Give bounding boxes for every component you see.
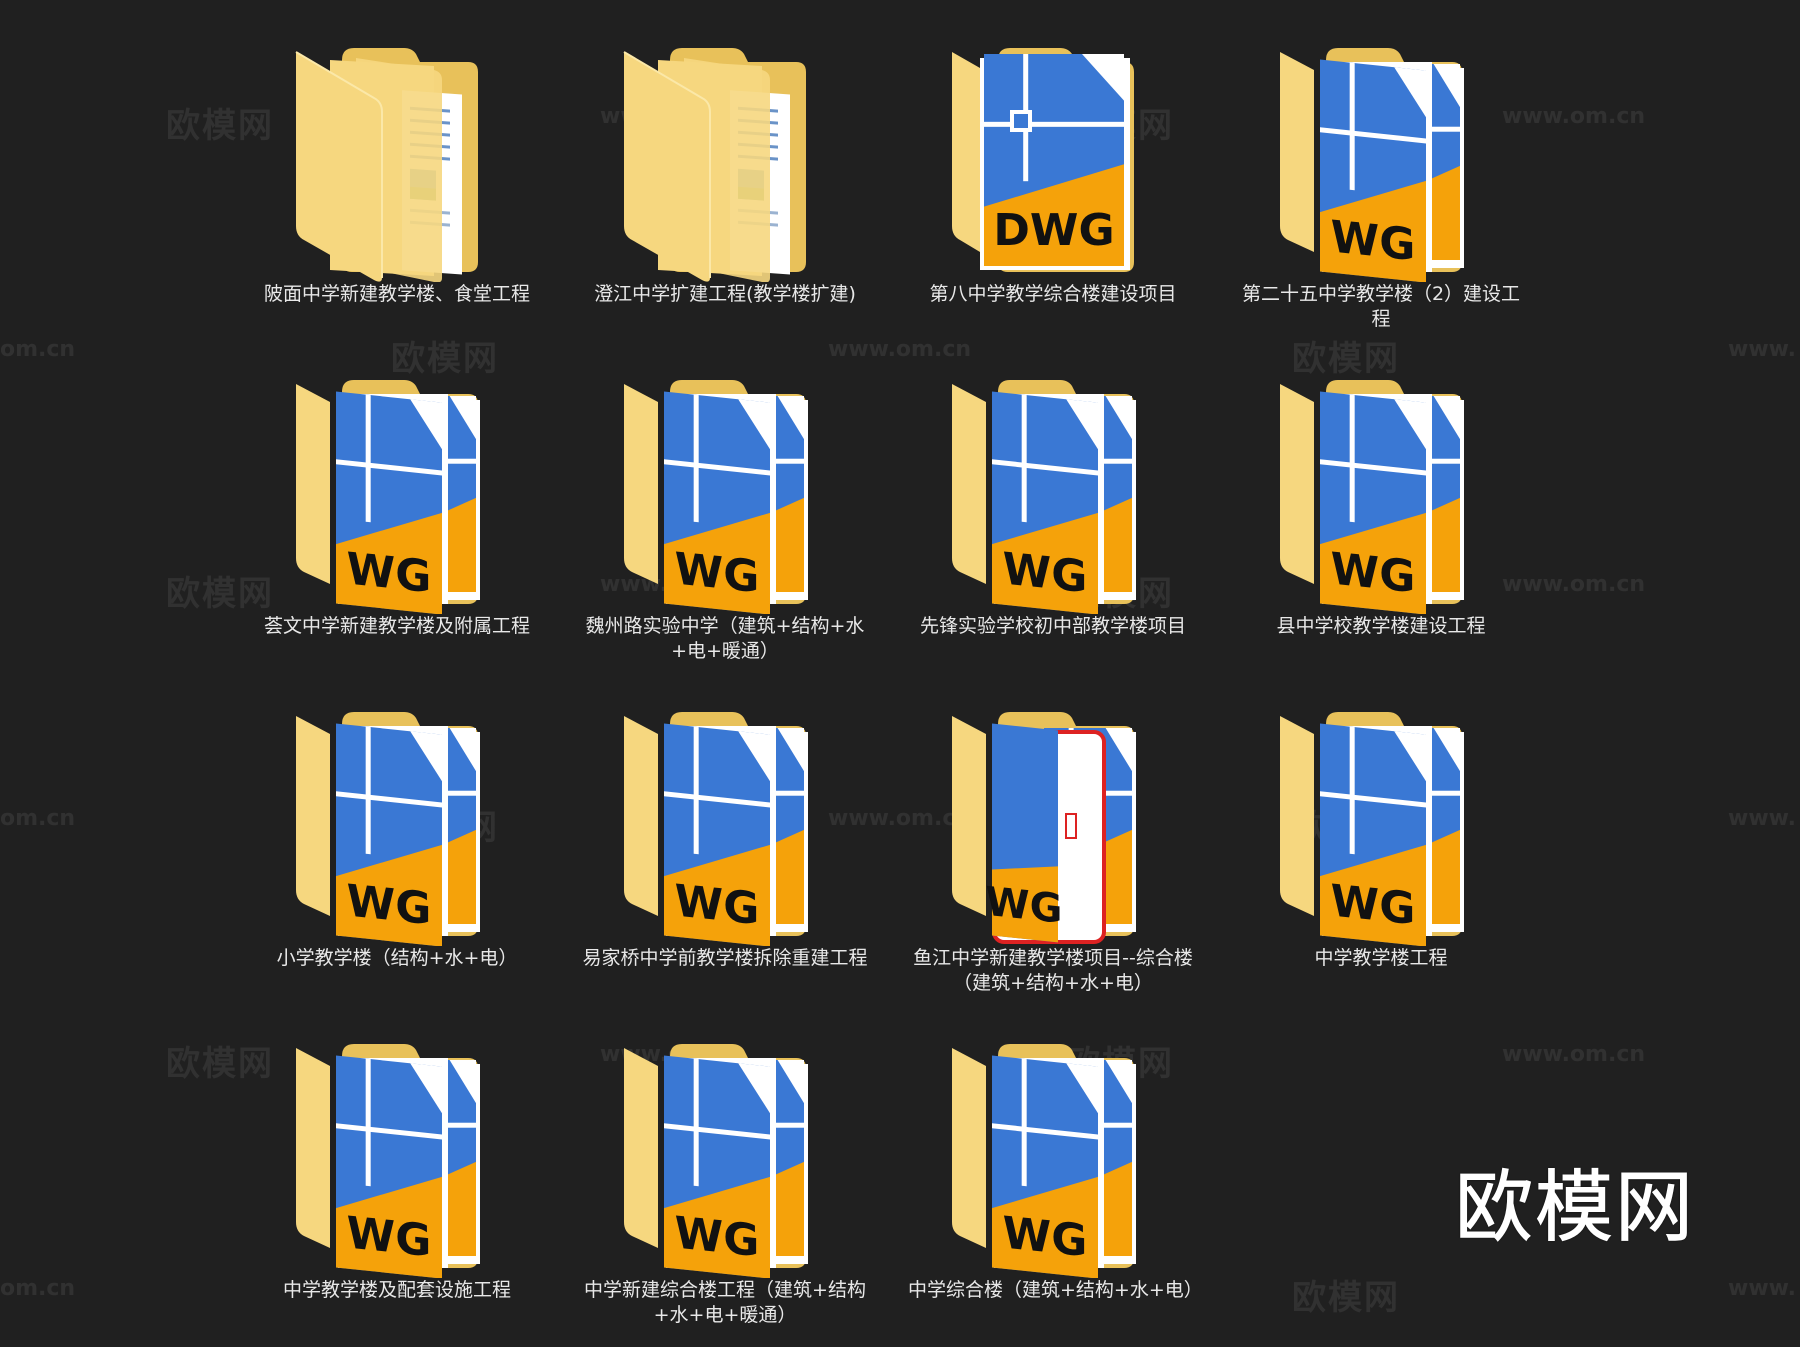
folder-item[interactable]: G WG 魏州路实验中学（建筑+结构+水+电+暖通） bbox=[580, 372, 870, 672]
folder-name-label: 鱼江中学新建教学楼项目--综合楼（建筑+结构+水+电） bbox=[913, 947, 1193, 994]
folder-dwg-icon: G WG bbox=[296, 1044, 480, 1278]
folder-name-label: 小学教学楼（结构+水+电） bbox=[276, 947, 518, 969]
folder-item[interactable]: G WG 中学教学楼及配套设施工程 bbox=[252, 1036, 542, 1336]
folder-dwg-icon: G WG bbox=[1280, 48, 1464, 282]
folder-dwg-icon: G WG bbox=[1280, 712, 1464, 946]
folder-dwg-icon: G WG bbox=[624, 380, 808, 614]
folder-dwg-icon: G WG bbox=[952, 380, 1136, 614]
folder-dwg-icon: G WG bbox=[952, 712, 1136, 944]
folder-item[interactable]: 澄江中学扩建工程(教学楼扩建) bbox=[580, 40, 870, 340]
folder-name-label: 中学教学楼工程 bbox=[1314, 947, 1448, 969]
svg-text:WG: WG bbox=[986, 879, 1063, 933]
watermark-text: om.cn bbox=[0, 1276, 76, 1301]
svg-text:WG: WG bbox=[347, 875, 432, 935]
folder-dwg-icon: G WG bbox=[1280, 380, 1464, 614]
svg-text:WG: WG bbox=[675, 875, 760, 935]
folder-item[interactable]: DWG 第八中学教学综合楼建设项目 bbox=[908, 40, 1198, 340]
folder-item[interactable]: G WG 鱼江中学新建教学楼项目--综合楼（建筑+结构+水+电） bbox=[908, 704, 1198, 1004]
folder-item[interactable]: G WG 县中学校教学楼建设工程 bbox=[1236, 372, 1526, 672]
svg-text:WG: WG bbox=[1003, 1207, 1088, 1267]
svg-text:WG: WG bbox=[1003, 543, 1088, 603]
svg-text:WG: WG bbox=[347, 543, 432, 603]
folder-name-label: 陂面中学新建教学楼、食堂工程 bbox=[263, 283, 530, 305]
folder-item[interactable]: G WG 荟文中学新建教学楼及附属工程 bbox=[252, 372, 542, 672]
folder-item[interactable]: 陂面中学新建教学楼、食堂工程 bbox=[252, 40, 542, 340]
folder-documents-icon bbox=[623, 48, 806, 282]
folder-item[interactable]: G WG 小学教学楼（结构+水+电） bbox=[252, 704, 542, 1004]
folder-name-label: 中学综合楼（建筑+结构+水+电） bbox=[908, 1279, 1203, 1301]
watermark-text: www. bbox=[1728, 337, 1796, 362]
folder-dwg-icon: DWG bbox=[952, 48, 1134, 272]
svg-text:WG: WG bbox=[675, 543, 760, 603]
folder-name-label: 第二十五中学教学楼（2）建设工程 bbox=[1241, 283, 1521, 330]
watermark-text: 欧模网 bbox=[1292, 1278, 1400, 1318]
folder-item[interactable]: G WG 易家桥中学前教学楼拆除重建工程 bbox=[580, 704, 870, 1004]
folder-dwg-icon: G WG bbox=[952, 1044, 1136, 1278]
folder-name-label: 荟文中学新建教学楼及附属工程 bbox=[263, 615, 530, 637]
watermark-text: www.om.cn bbox=[828, 337, 972, 362]
folder-item[interactable]: G WG 中学综合楼（建筑+结构+水+电） bbox=[908, 1036, 1203, 1336]
folder-dwg-icon: G WG bbox=[624, 712, 808, 946]
watermark-text: www.om.cn bbox=[1502, 1042, 1646, 1067]
folder-name-label: 中学教学楼及配套设施工程 bbox=[282, 1279, 511, 1301]
svg-text:DWG: DWG bbox=[993, 205, 1114, 256]
folder-name-label: 第八中学教学综合楼建设项目 bbox=[929, 283, 1177, 305]
svg-text:WG: WG bbox=[1331, 875, 1416, 935]
folder-documents-icon bbox=[295, 48, 478, 282]
folder-name-label: 魏州路实验中学（建筑+结构+水+电+暖通） bbox=[585, 615, 865, 662]
svg-text:WG: WG bbox=[1331, 543, 1416, 603]
folder-dwg-icon: G WG bbox=[296, 712, 480, 946]
folder-name-label: 中学新建综合楼工程（建筑+结构+水+电+暖通） bbox=[584, 1279, 866, 1326]
folder-item[interactable]: G WG 第二十五中学教学楼（2）建设工程 bbox=[1236, 40, 1526, 340]
folder-item[interactable]: G WG 中学教学楼工程 bbox=[1236, 704, 1526, 1004]
folder-item[interactable]: G WG 中学新建综合楼工程（建筑+结构+水+电+暖通） bbox=[580, 1036, 870, 1336]
folder-dwg-icon: G WG bbox=[624, 1044, 808, 1278]
folder-name-label: 先锋实验学校初中部教学楼项目 bbox=[919, 615, 1186, 637]
folder-name-label: 县中学校教学楼建设工程 bbox=[1276, 615, 1486, 637]
svg-text:WG: WG bbox=[347, 1207, 432, 1267]
watermark-text: om.cn bbox=[0, 337, 76, 362]
brand-logo-text: 欧模网 bbox=[1454, 1163, 1695, 1254]
watermark-text: www. bbox=[1728, 1276, 1796, 1301]
folder-dwg-icon: G WG bbox=[296, 380, 480, 614]
folder-item[interactable]: G WG 先锋实验学校初中部教学楼项目 bbox=[908, 372, 1198, 672]
folder-name-label: 易家桥中学前教学楼拆除重建工程 bbox=[582, 947, 868, 969]
watermark-text: om.cn bbox=[0, 806, 76, 831]
watermark-text: www. bbox=[1728, 806, 1796, 831]
svg-text:WG: WG bbox=[675, 1207, 760, 1267]
folder-name-label: 澄江中学扩建工程(教学楼扩建) bbox=[594, 283, 856, 305]
svg-text:WG: WG bbox=[1331, 211, 1416, 271]
